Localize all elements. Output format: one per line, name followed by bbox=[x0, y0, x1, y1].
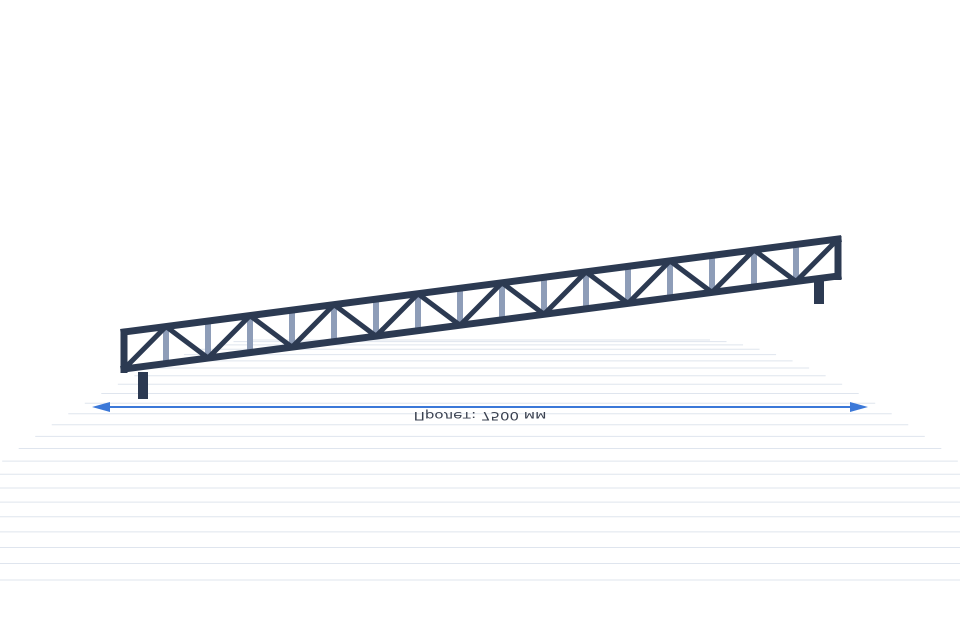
support-post-left bbox=[138, 372, 148, 399]
supports bbox=[138, 279, 824, 399]
truss-top-chord bbox=[120, 235, 842, 336]
3d-viewport[interactable]: Пролет: 7500 мм bbox=[0, 0, 960, 640]
truss[interactable] bbox=[120, 235, 842, 373]
truss-scene[interactable]: Пролет: 7500 мм bbox=[0, 0, 960, 640]
support-post-right bbox=[814, 279, 824, 304]
truss-diagonal bbox=[163, 324, 211, 361]
span-label: Пролет: 7500 мм bbox=[414, 409, 547, 422]
truss-diagonal bbox=[751, 247, 799, 284]
truss-diagonal bbox=[415, 291, 463, 328]
truss-diagonal bbox=[667, 258, 715, 295]
truss-diagonal bbox=[583, 269, 631, 306]
truss-diagonal bbox=[331, 302, 379, 339]
truss-diagonal bbox=[499, 280, 547, 317]
span-dimension: Пролет: 7500 мм bbox=[92, 402, 868, 421]
truss-diagonal bbox=[247, 313, 295, 350]
